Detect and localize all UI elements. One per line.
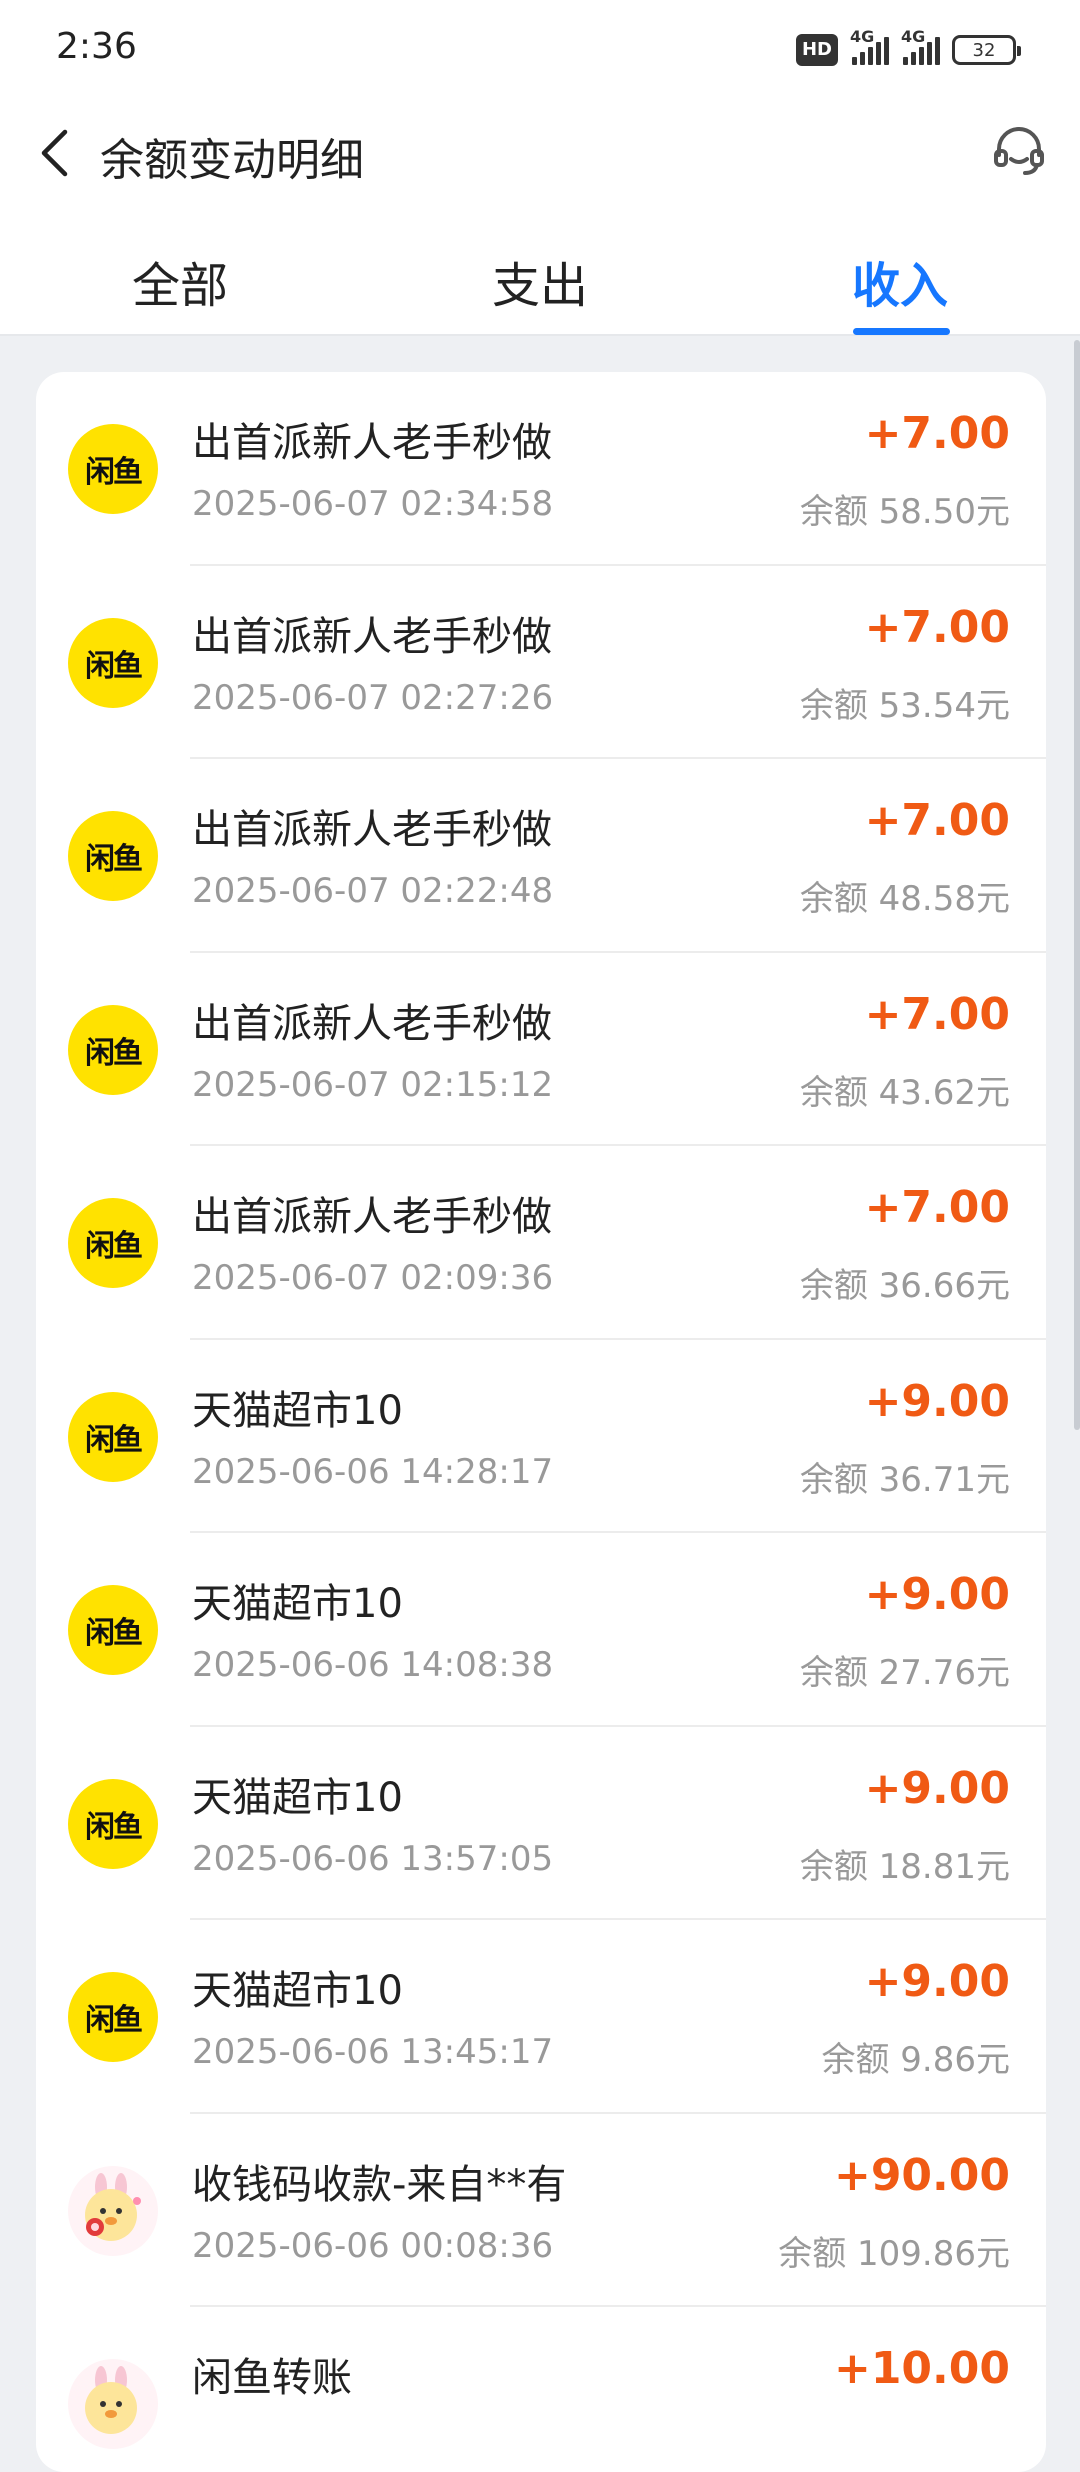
sticker-avatar-icon: [68, 2359, 158, 2449]
transaction-title: 收钱码收款-来自**有: [192, 2161, 567, 2208]
transaction-balance: 余额 109.86元: [778, 2233, 1010, 2274]
chevron-left-icon: [41, 129, 68, 177]
hd-voice-icon: HD: [795, 34, 838, 66]
transaction-amount: +7.00: [864, 1182, 1010, 1233]
xianyu-logo-icon: 闲鱼: [68, 617, 158, 708]
tab-expense[interactable]: 支出: [440, 246, 640, 316]
transaction-title: 出首派新人老手秒做: [192, 1194, 552, 1240]
active-tab-indicator: [853, 328, 950, 335]
transaction-time: 2025-06-07 02:27:26: [192, 677, 554, 718]
headset-icon: [994, 127, 1044, 175]
transaction-balance: 余额 27.76元: [799, 1653, 1010, 1693]
transaction-time: 2025-06-07 02:22:48: [192, 871, 554, 911]
transaction-title: 天猫超市10: [192, 1968, 403, 2014]
transaction-row[interactable]: 闲鱼 天猫超市10 2025-06-06 14:28:17 +9.00 余额 3…: [36, 1340, 1046, 1533]
transaction-amount: +7.00: [864, 988, 1010, 1040]
transaction-balance: 余额 36.66元: [799, 1266, 1010, 1306]
transaction-row[interactable]: 闲鱼转账 +10.00: [36, 2307, 1046, 2472]
transaction-row[interactable]: 闲鱼 天猫超市10 2025-06-06 13:45:17 +9.00 余额 9…: [36, 1920, 1046, 2114]
transaction-amount: +7.00: [864, 795, 1010, 846]
transaction-time: 2025-06-06 13:45:17: [192, 2032, 554, 2072]
transaction-title: 天猫超市10: [192, 1581, 403, 1627]
scrollbar[interactable]: [1074, 340, 1080, 1430]
transaction-amount: +90.00: [833, 2149, 1010, 2201]
xianyu-logo-icon: 闲鱼: [68, 424, 158, 514]
transaction-balance: 余额 58.50元: [799, 492, 1010, 532]
transaction-time: 2025-06-07 02:09:36: [192, 1258, 554, 1298]
transaction-amount: +9.00: [864, 1375, 1010, 1427]
nav-bar: 余额变动明细: [0, 100, 1080, 210]
transaction-row[interactable]: 闲鱼 天猫超市10 2025-06-06 14:08:38 +9.00 余额 2…: [36, 1533, 1046, 1727]
status-icons: HD 4G 4G 32: [795, 27, 1021, 70]
transaction-title: 天猫超市10: [192, 1774, 403, 1821]
tab-income[interactable]: 收入: [800, 246, 1000, 316]
transaction-time: 2025-06-06 00:08:36: [192, 2225, 554, 2266]
transaction-amount: +7.00: [864, 601, 1010, 653]
status-time: 2:36: [56, 26, 137, 67]
xianyu-logo-icon: 闲鱼: [68, 1004, 158, 1095]
page-title: 余额变动明细: [100, 135, 364, 186]
transaction-time: 2025-06-07 02:15:12: [192, 1064, 554, 1105]
filter-tabs: 全部 支出 收入: [0, 210, 1080, 336]
xianyu-logo-icon: 闲鱼: [68, 1972, 158, 2062]
status-bar: 2:36 HD 4G 4G 32: [0, 0, 1080, 100]
transaction-time: 2025-06-06 14:08:38: [192, 1645, 554, 1685]
transaction-row[interactable]: 收钱码收款-来自**有 2025-06-06 00:08:36 +90.00 余…: [36, 2114, 1046, 2307]
xianyu-logo-icon: 闲鱼: [68, 811, 158, 901]
transaction-balance: 余额 43.62元: [799, 1072, 1010, 1113]
transaction-time: 2025-06-07 02:34:58: [192, 484, 554, 524]
transaction-title: 闲鱼转账: [192, 2355, 352, 2401]
transaction-balance: 余额 18.81元: [799, 1846, 1010, 1887]
transaction-list: 闲鱼 出首派新人老手秒做 2025-06-07 02:34:58 +7.00 余…: [36, 372, 1046, 2472]
transaction-title: 出首派新人老手秒做: [192, 1000, 552, 1047]
transaction-row[interactable]: 闲鱼 出首派新人老手秒做 2025-06-07 02:22:48 +7.00 余…: [36, 759, 1046, 953]
xianyu-logo-icon: 闲鱼: [68, 1585, 158, 1675]
transaction-balance: 余额 9.86元: [821, 2040, 1010, 2080]
customer-service-button[interactable]: [986, 118, 1052, 184]
transaction-title: 出首派新人老手秒做: [192, 420, 552, 466]
transaction-row[interactable]: 闲鱼 出首派新人老手秒做 2025-06-07 02:09:36 +7.00 余…: [36, 1146, 1046, 1340]
back-button[interactable]: [24, 118, 84, 188]
transaction-title: 出首派新人老手秒做: [192, 807, 552, 853]
transaction-row[interactable]: 闲鱼 天猫超市10 2025-06-06 13:57:05 +9.00 余额 1…: [36, 1727, 1046, 1920]
sticker-avatar-icon: [68, 2165, 158, 2256]
transaction-amount: +7.00: [864, 408, 1010, 459]
transaction-amount: +9.00: [864, 1569, 1010, 1620]
transaction-amount: +10.00: [833, 2343, 1010, 2394]
signal-icon: 4G: [901, 27, 940, 65]
transaction-balance: 余额 48.58元: [799, 879, 1010, 919]
transaction-row[interactable]: 闲鱼 出首派新人老手秒做 2025-06-07 02:27:26 +7.00 余…: [36, 566, 1046, 759]
xianyu-logo-icon: 闲鱼: [68, 1198, 158, 1288]
transaction-time: 2025-06-06 14:28:17: [192, 1451, 554, 1492]
transaction-row[interactable]: 闲鱼 出首派新人老手秒做 2025-06-07 02:34:58 +7.00 余…: [36, 372, 1046, 566]
battery-icon: 32: [952, 35, 1021, 65]
transaction-title: 天猫超市10: [192, 1387, 403, 1434]
transaction-balance: 余额 36.71元: [799, 1459, 1010, 1500]
network-type-label: 4G: [850, 27, 875, 46]
transaction-time: 2025-06-06 13:57:05: [192, 1838, 554, 1879]
xianyu-logo-icon: 闲鱼: [68, 1391, 158, 1482]
signal-icon: 4G: [850, 27, 889, 65]
xianyu-logo-icon: 闲鱼: [68, 1778, 158, 1869]
tab-all[interactable]: 全部: [80, 246, 280, 316]
transaction-title: 出首派新人老手秒做: [192, 613, 552, 660]
transaction-row[interactable]: 闲鱼 出首派新人老手秒做 2025-06-07 02:15:12 +7.00 余…: [36, 953, 1046, 1146]
transaction-amount: +9.00: [864, 1762, 1010, 1814]
transaction-balance: 余额 53.54元: [799, 685, 1010, 726]
network-type-label: 4G: [901, 27, 926, 46]
transaction-amount: +9.00: [864, 1956, 1010, 2007]
